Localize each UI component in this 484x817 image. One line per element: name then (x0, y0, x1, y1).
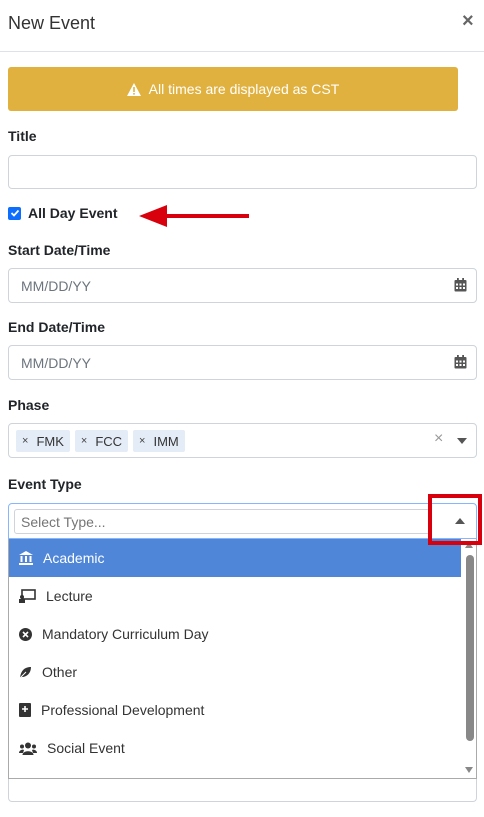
end-placeholder: MM/DD/YY (21, 355, 91, 371)
close-button[interactable]: × (462, 10, 474, 33)
modal-title: New Event (8, 13, 96, 33)
phase-tag: × FCC (74, 430, 129, 452)
phase-label: Phase (8, 397, 50, 413)
warning-icon (126, 82, 141, 96)
tag-label: FCC (95, 433, 123, 449)
option-social-event[interactable]: Social Event (9, 729, 461, 767)
phase-tag: × FMK (16, 430, 70, 452)
end-date-input[interactable]: MM/DD/YY (8, 345, 477, 380)
bank-icon (19, 551, 33, 565)
annotation-arrow-icon (139, 205, 249, 227)
all-day-row[interactable]: All Day Event (8, 205, 117, 221)
tag-label: IMM (153, 433, 179, 449)
remove-tag-icon[interactable]: × (81, 435, 87, 447)
annotation-highlight-box (428, 494, 482, 545)
option-lecture[interactable]: Lecture (9, 577, 461, 615)
option-other[interactable]: Other (9, 653, 461, 691)
option-label: Other (42, 664, 78, 680)
start-label: Start Date/Time (8, 242, 111, 258)
phase-multiselect[interactable]: × FMK × FCC × IMM × (8, 423, 477, 458)
option-label: Academic (43, 550, 105, 566)
presentation-icon (19, 589, 36, 603)
description-textarea[interactable] (8, 779, 477, 802)
scrollbar[interactable] (463, 539, 476, 778)
checkmark-icon (10, 209, 19, 217)
scrollbar-thumb[interactable] (466, 555, 474, 741)
leaf-icon (19, 666, 31, 678)
phase-tag: × IMM (133, 430, 185, 452)
clear-all-icon[interactable]: × (434, 430, 443, 448)
option-academic[interactable]: Academic (9, 539, 461, 577)
option-label: Professional Development (41, 702, 205, 718)
end-label: End Date/Time (8, 319, 105, 335)
times-circle-icon (19, 627, 32, 641)
scroll-down-icon[interactable] (465, 767, 473, 773)
event-type-select[interactable] (8, 503, 477, 539)
users-icon (19, 742, 37, 755)
calendar-icon[interactable] (454, 278, 467, 292)
all-day-label: All Day Event (28, 205, 118, 221)
book-plus-icon (19, 703, 31, 717)
title-input[interactable] (8, 155, 477, 189)
event-type-dropdown: Academic Lecture Mandatory Curriculum Da… (8, 539, 477, 779)
title-label: Title (8, 128, 37, 144)
tag-label: FMK (36, 433, 64, 449)
remove-tag-icon[interactable]: × (22, 435, 28, 447)
option-label: Lecture (46, 588, 93, 604)
chevron-down-icon[interactable] (457, 438, 467, 444)
start-placeholder: MM/DD/YY (21, 278, 91, 294)
event-type-label: Event Type (8, 476, 82, 492)
alert-text: All times are displayed as CST (148, 81, 340, 97)
modal-header: New Event × (0, 0, 484, 52)
option-label: Social Event (47, 740, 125, 756)
remove-tag-icon[interactable]: × (139, 435, 145, 447)
option-label: Mandatory Curriculum Day (42, 626, 209, 642)
timezone-alert: All times are displayed as CST (8, 67, 458, 111)
option-professional-development[interactable]: Professional Development (9, 691, 461, 729)
all-day-checkbox[interactable] (8, 206, 21, 220)
option-mandatory-curriculum-day[interactable]: Mandatory Curriculum Day (9, 615, 461, 653)
calendar-icon[interactable] (454, 355, 467, 369)
event-type-search-input[interactable] (14, 509, 432, 534)
start-date-input[interactable]: MM/DD/YY (8, 268, 477, 303)
